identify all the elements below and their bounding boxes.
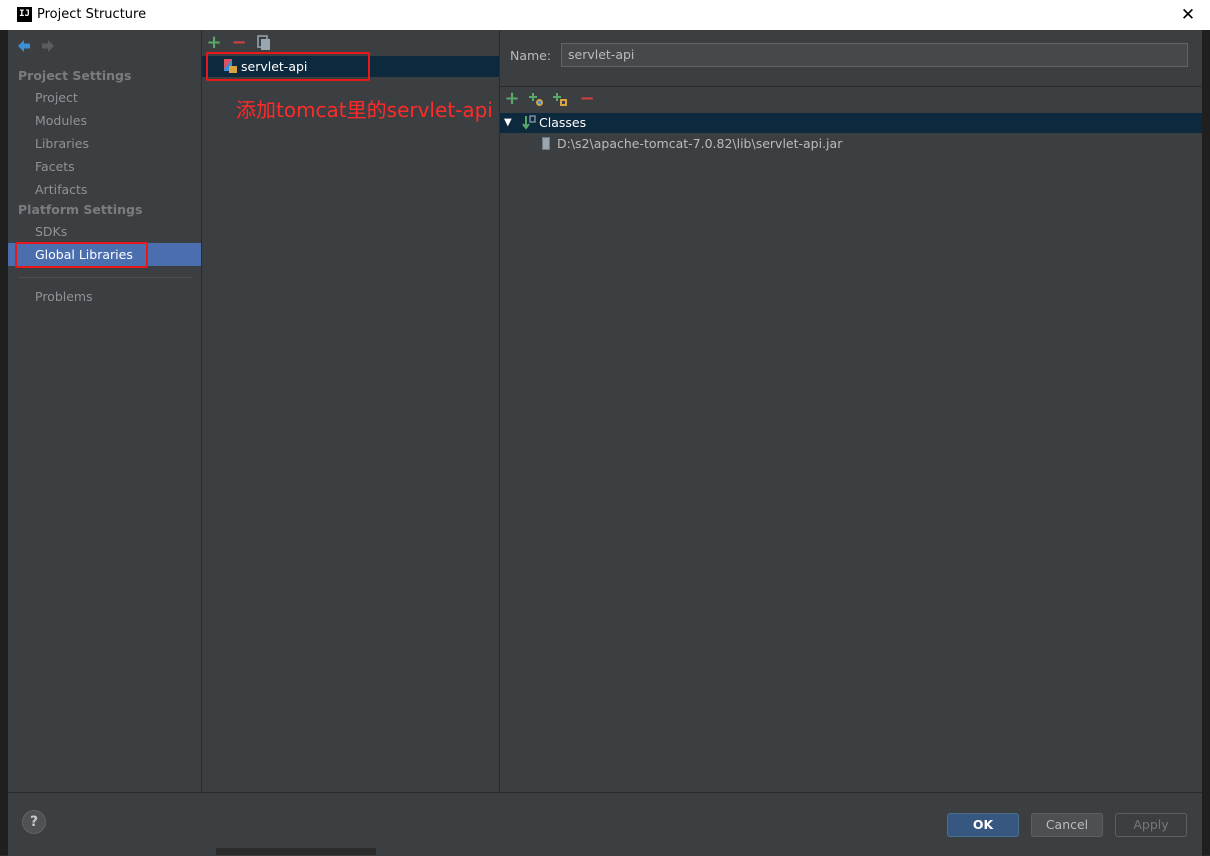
- tree-node-label: Classes: [539, 115, 587, 130]
- add-library-button[interactable]: +: [206, 34, 222, 52]
- sidebar-item-problems[interactable]: Problems: [8, 285, 201, 308]
- window-title: Project Structure: [37, 7, 147, 22]
- close-window-button[interactable]: ✕: [1176, 3, 1200, 27]
- remove-root-button[interactable]: −: [579, 90, 595, 108]
- ok-button[interactable]: OK: [947, 813, 1019, 837]
- settings-sidebar: Project Settings Project Modules Librari…: [8, 30, 202, 792]
- background-window-strip: [216, 848, 376, 855]
- cancel-button[interactable]: Cancel: [1031, 813, 1103, 837]
- sidebar-item-project[interactable]: Project: [8, 86, 201, 109]
- intellij-app-icon: IJ: [17, 7, 32, 22]
- sidebar-item-facets[interactable]: Facets: [8, 155, 201, 178]
- highlight-box-global-libraries: [15, 242, 148, 268]
- detail-divider: [500, 86, 1202, 87]
- forward-arrow-icon[interactable]: [40, 38, 56, 54]
- remove-library-button[interactable]: −: [231, 34, 247, 52]
- add-classes-button[interactable]: +: [504, 90, 520, 108]
- tree-node-classes[interactable]: ▼ Classes: [500, 113, 1202, 133]
- sidebar-item-artifacts[interactable]: Artifacts: [8, 178, 201, 201]
- sidebar-item-sdks[interactable]: SDKs: [8, 220, 201, 243]
- library-list-panel: + − servlet-api: [202, 30, 500, 792]
- help-button[interactable]: ?: [22, 810, 46, 834]
- back-arrow-icon[interactable]: [16, 38, 32, 54]
- tree-node-jar[interactable]: D:\s2\apache-tomcat-7.0.82\lib\servlet-a…: [500, 134, 1202, 154]
- dialog-footer: ? OK Cancel Apply: [8, 792, 1202, 856]
- add-javadoc-icon[interactable]: [552, 91, 568, 107]
- library-detail-panel: Name: servlet-api + − ▼ Classes D:\s2\ap…: [500, 30, 1202, 792]
- window-border-right: [1202, 30, 1210, 855]
- highlight-box-library: [206, 52, 370, 81]
- jar-file-icon: [542, 137, 550, 150]
- jar-path-label: D:\s2\apache-tomcat-7.0.82\lib\servlet-a…: [557, 136, 843, 151]
- window-border-left: [0, 30, 8, 855]
- title-bar: IJ Project Structure ✕: [0, 0, 1210, 31]
- sidebar-item-libraries[interactable]: Libraries: [8, 132, 201, 155]
- sidebar-item-modules[interactable]: Modules: [8, 109, 201, 132]
- copy-icon[interactable]: [256, 35, 272, 51]
- apply-button[interactable]: Apply: [1115, 813, 1187, 837]
- name-label: Name:: [510, 48, 552, 63]
- add-sources-icon[interactable]: [528, 91, 544, 107]
- classes-root-icon: [522, 115, 536, 130]
- library-name-input[interactable]: servlet-api: [561, 43, 1188, 67]
- sidebar-divider: [18, 277, 193, 278]
- expand-arrow-icon[interactable]: ▼: [504, 113, 512, 133]
- section-header-platform-settings: Platform Settings: [18, 202, 143, 217]
- annotation-text: 添加tomcat里的servlet-api: [236, 98, 493, 122]
- section-header-project-settings: Project Settings: [18, 68, 132, 83]
